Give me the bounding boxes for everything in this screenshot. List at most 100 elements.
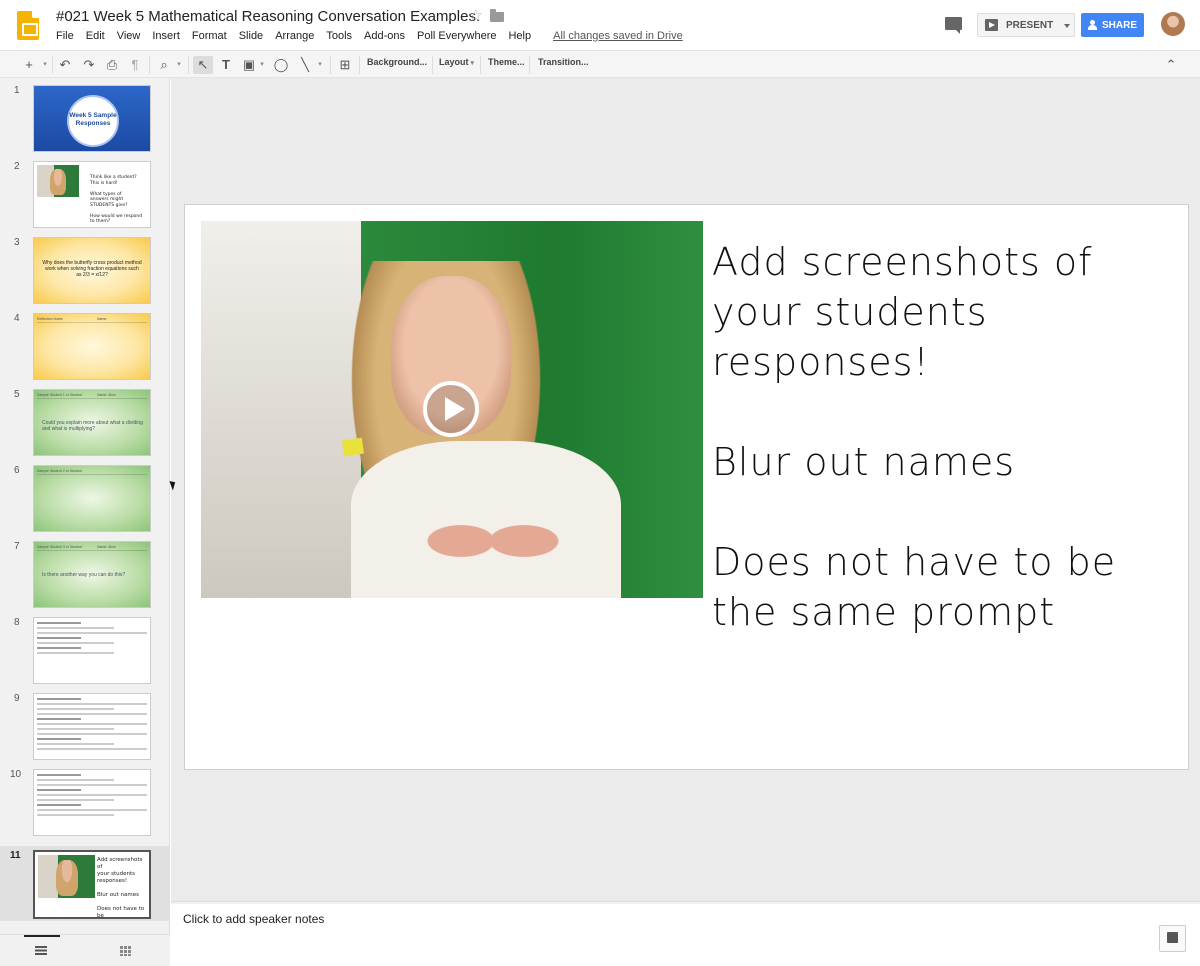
text-box-icon[interactable]: T (217, 56, 235, 74)
collapse-menus-icon[interactable]: ⌃ (1162, 56, 1180, 74)
line-dropdown-icon[interactable]: ▾ (316, 56, 324, 74)
slide-thumbnail[interactable]: Sample Student 2 or Student (33, 465, 151, 532)
slide-thumbnail-row[interactable]: 10 (0, 764, 170, 840)
slides-logo-icon[interactable] (17, 11, 39, 40)
play-icon[interactable] (423, 381, 479, 437)
toolbar-divider (529, 56, 530, 74)
thumbnail-header-right: Name: Alice (97, 545, 116, 549)
slide-number: 5 (14, 389, 20, 400)
grid-view-icon[interactable] (120, 946, 131, 956)
slide-thumbnail[interactable] (33, 769, 151, 836)
slide-thumbnail-row[interactable]: 9 (0, 688, 170, 764)
undo-icon[interactable]: ↶ (56, 56, 74, 74)
slide-thumbnail-row[interactable]: 1 Week 5 Sample Responses (0, 80, 170, 156)
avatar[interactable] (1161, 12, 1185, 36)
new-slide-dropdown-icon[interactable]: ▾ (40, 56, 50, 74)
filmstrip-view-toggle (0, 934, 170, 966)
slide-thumbnail-text: Is there another way you can do this? (42, 572, 126, 578)
thumbnail-photo (37, 165, 79, 197)
slide-thumbnail[interactable] (33, 617, 151, 684)
select-tool-icon[interactable]: ↖ (193, 56, 213, 74)
slide-editor-canvas[interactable]: Add screenshots of your students respons… (171, 78, 1200, 901)
slide-thumbnail-selected[interactable]: Add screenshots of your students respons… (33, 850, 151, 919)
menu-tools[interactable]: Tools (320, 29, 358, 43)
slide-thumbnail[interactable]: Sample Student 1 or Student Name: Alice C… (33, 389, 151, 456)
slide-thumbnail[interactable]: Why does the butterfly cross product met… (33, 237, 151, 304)
thumbnail-header-left: Sample Student 2 or Student (37, 469, 82, 473)
slide-text-line: the same prompt (712, 590, 1056, 634)
saved-status[interactable]: All changes saved in Drive (547, 29, 689, 43)
menu-insert[interactable]: Insert (146, 29, 186, 43)
slide-text-line: Blur out names (712, 440, 1016, 484)
image-icon[interactable]: ▣ (240, 56, 258, 74)
menu-slide[interactable]: Slide (233, 29, 269, 43)
add-comment-icon[interactable]: ⊞ (336, 56, 354, 74)
menu-file[interactable]: File (50, 29, 80, 43)
slide-thumbnail[interactable]: Week 5 Sample Responses (33, 85, 151, 152)
speaker-notes[interactable]: Click to add speaker notes (171, 904, 1200, 966)
active-view-indicator (24, 935, 60, 937)
present-button[interactable]: PRESENT (977, 13, 1062, 37)
slide-thumbnail[interactable]: Think like a student? This is hard! What… (33, 161, 151, 228)
menu-poll-everywhere[interactable]: Poll Everywhere (411, 29, 502, 43)
menu-view[interactable]: View (111, 29, 147, 43)
folder-icon[interactable] (490, 9, 504, 22)
zoom-icon[interactable]: ⌕ (155, 56, 173, 74)
menu-bar: File Edit View Insert Format Slide Arran… (50, 29, 689, 43)
theme-button[interactable]: Theme... (488, 57, 525, 67)
redo-icon[interactable]: ↷ (80, 56, 98, 74)
filmstrip-view-icon[interactable] (35, 946, 47, 955)
slide-thumbnail-row[interactable]: 3 Why does the butterfly cross product m… (0, 232, 170, 308)
slide-thumbnail-row[interactable]: 4 Reflection Notes Name: (0, 308, 170, 384)
slide-thumbnail[interactable] (33, 693, 151, 760)
thumbnail-header-right: Name: Alice (97, 393, 116, 397)
line-icon[interactable]: ╲ (296, 56, 314, 74)
document-title[interactable]: #021 Week 5 Mathematical Reasoning Conve… (56, 8, 480, 25)
slide-text-box[interactable]: Add screenshots of your students respons… (712, 237, 1182, 637)
slide-filmstrip[interactable]: 1 Week 5 Sample Responses 2 Think like a… (0, 78, 170, 966)
menu-edit[interactable]: Edit (80, 29, 111, 43)
slide-number: 9 (14, 693, 20, 704)
toolbar-divider (188, 56, 189, 74)
toolbar-divider (149, 56, 150, 74)
thumbnail-header-left: Reflection Notes (37, 317, 63, 321)
slide-text-line: your students (712, 290, 988, 334)
menu-arrange[interactable]: Arrange (269, 29, 320, 43)
slide-thumbnail-row[interactable]: 5 Sample Student 1 or Student Name: Alice… (0, 384, 170, 460)
slide-thumbnail[interactable]: Sample Student 3 or Student Name: Alice I… (33, 541, 151, 608)
slide-thumbnail-text: Why does the butterfly cross product met… (42, 260, 142, 278)
shape-icon[interactable]: ◯ (272, 56, 290, 74)
slide-thumbnail-row-selected[interactable]: 11 Add screenshots of your students resp… (0, 846, 170, 921)
slide-number: 6 (14, 465, 20, 476)
speaker-notes-placeholder[interactable]: Click to add speaker notes (183, 912, 324, 926)
transition-button[interactable]: Transition... (538, 57, 589, 67)
present-dropdown-button[interactable] (1061, 13, 1075, 37)
slide-thumbnail-text: Could you explain more about what a divi… (42, 420, 143, 432)
slide-thumbnail-row[interactable]: 8 (0, 612, 170, 688)
layout-button[interactable]: Layout ▾ (439, 57, 474, 67)
menu-addons[interactable]: Add-ons (358, 29, 411, 43)
background-button[interactable]: Background... (367, 57, 427, 67)
slide-thumbnail-title: Week 5 Sample Responses (67, 95, 119, 147)
slide-thumbnail-row[interactable]: 7 Sample Student 3 or Student Name: Alice… (0, 536, 170, 612)
slide-thumbnail-header: Sample Student 2 or Student (37, 469, 147, 475)
paint-format-icon[interactable]: ¶ (126, 56, 144, 74)
embedded-video[interactable] (201, 221, 703, 598)
zoom-dropdown-icon[interactable]: ▾ (174, 56, 184, 74)
slide-thumbnail[interactable]: Reflection Notes Name: (33, 313, 151, 380)
explore-button-icon[interactable] (1159, 925, 1186, 952)
new-slide-icon[interactable]: + (20, 56, 38, 74)
menu-format[interactable]: Format (186, 29, 233, 43)
star-icon[interactable]: ☆ (468, 6, 483, 26)
slide-thumbnail-row[interactable]: 2 Think like a student? This is hard! Wh… (0, 156, 170, 232)
current-slide[interactable]: Add screenshots of your students respons… (184, 204, 1189, 770)
slide-thumbnail-row[interactable]: 6 Sample Student 2 or Student (0, 460, 170, 536)
menu-help[interactable]: Help (502, 29, 537, 43)
slide-thumbnail-header: Sample Student 3 or Student Name: Alice (37, 545, 147, 551)
thumbnail-text-lines (37, 622, 147, 657)
share-button[interactable]: SHARE (1081, 13, 1144, 37)
toolbar-divider (359, 56, 360, 74)
image-dropdown-icon[interactable]: ▾ (258, 56, 266, 74)
print-icon[interactable]: ⎙ (103, 56, 121, 74)
comments-icon[interactable] (945, 17, 962, 34)
